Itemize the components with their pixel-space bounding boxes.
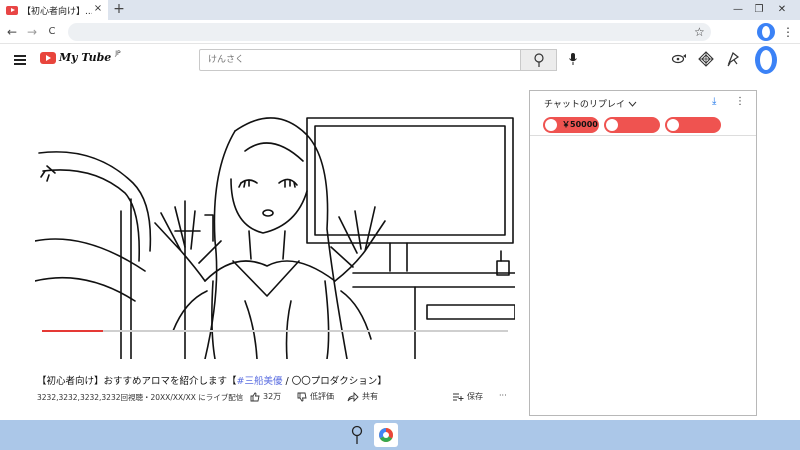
like-button[interactable]: 32万	[250, 391, 281, 402]
video-view-info: 3232,3232,3232,3232回視聴・20XX/XX/XX にライブ配信	[37, 393, 244, 402]
minimize-button[interactable]: —	[728, 2, 748, 18]
video-title-suffix: / 〇〇プロダクション】	[282, 376, 387, 387]
chat-title-label: チャットのリプレイ	[544, 100, 625, 110]
search-icon	[534, 53, 544, 67]
browser-menu-icon[interactable]: ⋮	[782, 23, 794, 41]
tab-title: 【初心者向け】...	[22, 6, 92, 17]
progress-bar[interactable]	[42, 330, 508, 332]
share-label: 共有	[362, 392, 378, 401]
browser-app-icon	[379, 428, 393, 442]
download-icon[interactable]: ⤓	[712, 96, 716, 107]
superchat-chip[interactable]: ￥50000	[543, 117, 599, 133]
forward-button[interactable]: →	[24, 23, 40, 41]
close-window-button[interactable]: ✕	[772, 2, 792, 18]
logo-text: My Tube	[59, 51, 112, 64]
browser-toolbar: ← → C ☆ ⋮	[0, 20, 800, 44]
save-label: 保存	[467, 392, 483, 401]
browser-tab-bar: 【初心者向け】... × + — ❐ ✕	[0, 0, 800, 20]
tab-close-icon[interactable]: ×	[92, 3, 104, 14]
taskbar-browser-app[interactable]	[374, 423, 398, 447]
browser-profile-icon[interactable]	[757, 23, 775, 41]
video-title: 【初心者向け】おすすめアロマを紹介します【#三船美優 / 〇〇プロダクション】	[37, 373, 387, 387]
mic-icon[interactable]	[568, 52, 578, 66]
chevron-down-icon	[628, 101, 637, 107]
dislike-button[interactable]: 低評価	[297, 391, 334, 402]
back-button[interactable]: ←	[4, 23, 20, 41]
share-icon	[347, 391, 359, 402]
more-actions-button[interactable]: ···	[499, 391, 507, 400]
video-player[interactable]	[35, 91, 515, 359]
play-icon[interactable]	[50, 341, 62, 353]
bookmark-star-icon[interactable]: ☆	[694, 23, 705, 41]
restore-button[interactable]: ❐	[749, 2, 769, 18]
apps-icon[interactable]	[698, 51, 714, 67]
logo-region: JP	[115, 50, 121, 57]
mytube-logo[interactable]: My Tube JP	[40, 50, 121, 64]
save-button[interactable]: 保存	[452, 391, 483, 402]
superchat-chip[interactable]	[604, 117, 660, 133]
volume-icon[interactable]	[103, 341, 115, 353]
chat-menu-icon[interactable]: ⋮	[735, 96, 745, 107]
new-tab-button[interactable]: +	[112, 1, 126, 17]
taskbar-search-icon[interactable]	[351, 425, 363, 445]
superchat-chip[interactable]	[665, 117, 721, 133]
user-avatar[interactable]	[755, 46, 777, 74]
superchat-amount: ￥50000	[562, 120, 598, 129]
more-icon: ···	[499, 391, 507, 400]
video-hashtag-link[interactable]: #三船美優	[237, 376, 283, 387]
address-bar[interactable]	[68, 23, 711, 41]
logo-play-icon	[40, 51, 56, 64]
playlist-add-icon	[453, 393, 464, 401]
chat-title-dropdown[interactable]: チャットのリプレイ	[544, 97, 637, 110]
next-icon[interactable]	[77, 341, 89, 353]
video-title-prefix: 【初心者向け】おすすめアロマを紹介します【	[37, 376, 237, 387]
share-button[interactable]: 共有	[347, 391, 378, 402]
progress-fill	[42, 330, 103, 332]
thumbs-down-icon	[297, 392, 307, 401]
thumbs-up-icon	[250, 392, 260, 401]
hamburger-menu-icon[interactable]	[14, 55, 26, 65]
search-input[interactable]: けんさく	[199, 49, 521, 71]
chat-replay-panel: チャットのリプレイ ⤓ ⋮ ￥50000	[529, 90, 757, 416]
search-button[interactable]	[521, 49, 557, 71]
browser-tab[interactable]: 【初心者向け】... ×	[0, 0, 108, 20]
chat-header: チャットのリプレイ ⤓ ⋮ ￥50000	[530, 91, 756, 136]
dislike-label: 低評価	[310, 392, 334, 401]
like-count: 32万	[263, 392, 282, 401]
os-taskbar	[0, 420, 800, 450]
notifications-icon[interactable]	[726, 51, 740, 67]
create-icon[interactable]	[671, 51, 687, 67]
mytube-favicon-icon	[6, 5, 18, 15]
video-frame-illustration	[35, 117, 515, 359]
reload-button[interactable]: C	[44, 23, 60, 41]
